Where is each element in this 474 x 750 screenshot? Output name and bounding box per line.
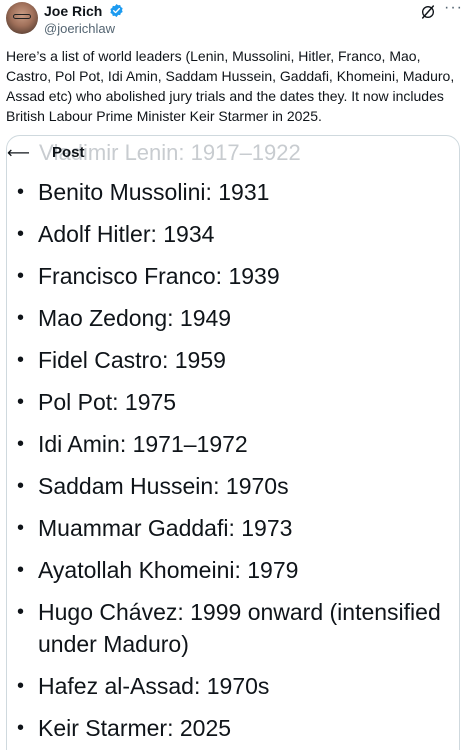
avatar[interactable] xyxy=(6,2,38,34)
list-item: • Keir Starmer: 2025 xyxy=(7,712,458,744)
list-item-text: Francisco Franco: 1939 xyxy=(38,263,280,289)
bullet-icon: • xyxy=(17,559,25,581)
leader-list: • Benito Mussolini: 1931 • Adolf Hitler: 1… xyxy=(7,176,459,750)
more-options-icon[interactable]: ··· xyxy=(444,0,466,19)
list-item: • Adolf Hitler: 1934 xyxy=(7,218,458,250)
list-item-text: Adolf Hitler: 1934 xyxy=(38,221,215,247)
bullet-icon: • xyxy=(17,675,25,697)
bullet-icon: • xyxy=(17,601,25,623)
list-item: • Benito Mussolini: 1931 xyxy=(7,176,458,208)
tweet-header: Joe Rich @joerichlaw ··· xyxy=(0,0,474,40)
bullet-icon: • xyxy=(17,181,25,203)
bullet-icon: • xyxy=(17,433,25,455)
author-handle[interactable]: @joerichlaw xyxy=(44,21,115,36)
list-item-text: Fidel Castro: 1959 xyxy=(38,347,226,373)
list-item: • Idi Amin: 1971–1972 xyxy=(7,428,458,460)
tweet-page: Joe Rich @joerichlaw ··· Here’s a list o… xyxy=(0,0,474,750)
list-item: • Pol Pot: 1975 xyxy=(7,386,458,418)
list-item-text: Benito Mussolini: 1931 xyxy=(38,179,270,205)
list-item-text: Ayatollah Khomeini: 1979 xyxy=(38,557,299,583)
list-item-text: Hugo Chávez: 1999 onward (intensified un… xyxy=(38,599,441,657)
list-item: • Saddam Hussein: 1970s xyxy=(7,470,458,502)
embedded-image-card[interactable]: Vladimir Lenin: 1917–1922 ⟵ Post • Benito… xyxy=(6,135,460,750)
back-arrow-icon[interactable]: ⟵ xyxy=(7,143,30,163)
list-item: • Hugo Chávez: 1999 onward (intensified u… xyxy=(7,596,458,660)
bullet-icon: • xyxy=(17,391,25,413)
list-item: • Hafez al-Assad: 1970s xyxy=(7,670,458,702)
bullet-icon: • xyxy=(17,717,25,739)
bullet-icon: • xyxy=(17,475,25,497)
tweet-text: Here’s a list of world leaders (Lenin, M… xyxy=(6,48,455,124)
verified-badge-icon xyxy=(110,3,123,18)
list-item-text: Hafez al-Assad: 1970s xyxy=(38,673,270,699)
list-item-text: Idi Amin: 1971–1972 xyxy=(38,431,248,457)
author-name[interactable]: Joe Rich xyxy=(44,3,102,19)
bullet-icon: • xyxy=(17,223,25,245)
list-item-text: Saddam Hussein: 1970s xyxy=(38,473,289,499)
list-item-text: Muammar Gaddafi: 1973 xyxy=(38,515,293,541)
list-item: • Mao Zedong: 1949 xyxy=(7,302,458,334)
list-item: • Muammar Gaddafi: 1973 xyxy=(7,512,458,544)
list-item: • Ayatollah Khomeini: 1979 xyxy=(7,554,458,586)
list-item: • Fidel Castro: 1959 xyxy=(7,344,458,376)
list-item-text: Mao Zedong: 1949 xyxy=(38,305,232,331)
list-item: • Francisco Franco: 1939 xyxy=(7,260,458,292)
bullet-icon: • xyxy=(17,349,25,371)
grok-icon[interactable] xyxy=(420,4,436,20)
post-overlay-label: Post xyxy=(52,144,85,161)
list-item-text: Pol Pot: 1975 xyxy=(38,389,177,415)
avatar-glasses xyxy=(13,14,31,19)
bullet-icon: • xyxy=(17,307,25,329)
bullet-icon: • xyxy=(17,265,25,287)
bullet-icon: • xyxy=(17,517,25,539)
list-item-text: Keir Starmer: 2025 xyxy=(38,715,232,741)
